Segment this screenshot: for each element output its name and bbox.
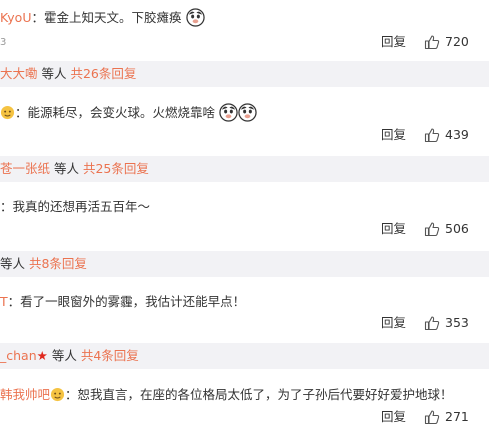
thumbs-up-icon (424, 316, 440, 331)
comment-3-like-count: 506 (445, 221, 469, 236)
thumbs-up-icon (424, 410, 440, 425)
comment-4-replies-user[interactable]: _chan (0, 348, 37, 363)
comment-2: ：能源耗尽，会变火球。火燃烧靠啥 (0, 103, 489, 122)
avatar-emoji-icon (50, 387, 65, 402)
comment-5-colon: ： (65, 387, 78, 402)
star-icon: ★ (36, 348, 48, 363)
comment-5-username[interactable]: 韩我帅吧 (0, 387, 50, 402)
comment-4: T：看了一眼窗外的雾霾，我估计还能早点！ (0, 294, 489, 310)
comment-4-colon: ： (7, 294, 21, 309)
comment-1-replies-user[interactable]: 大大嘞 (0, 66, 38, 81)
comment-1: KyoU：霍金上知天文。下胶瘫痪 (0, 8, 489, 27)
thumbs-up-icon (424, 128, 440, 143)
comment-4-text: 看了一眼窗外的雾霾，我估计还能早点！ (20, 294, 246, 309)
comment-2-reply-button[interactable]: 回复 (381, 127, 406, 143)
comment-4-replies-bar[interactable]: _chan★ 等人 共4条回复 (0, 343, 489, 369)
comment-1-like-button[interactable]: 720 (424, 34, 469, 50)
comment-4-replies-count[interactable]: 共4条回复 (81, 348, 139, 363)
comment-4-username[interactable]: T (0, 294, 8, 309)
comment-1-username[interactable]: KyoU (0, 10, 31, 25)
comment-4-like-button[interactable]: 353 (424, 315, 469, 331)
comment-3-replies-bar[interactable]: 等人 共8条回复 (0, 251, 489, 277)
comment-1-replies-count[interactable]: 共26条回复 (70, 66, 136, 81)
comment-1-reply-button[interactable]: 回复 (381, 34, 406, 50)
doge-icon (185, 8, 205, 27)
comment-5-text: 恕我直言，在座的各位格局太低了，为了子孙后代要好好爱护地球！ (77, 387, 453, 402)
comment-1-text: 霍金上知天文。下胶瘫痪 (44, 10, 182, 25)
comment-5-like-count: 271 (445, 409, 469, 424)
comment-2-replies-bar[interactable]: 苍一张纸 等人 共25条回复 (0, 156, 489, 182)
thumbs-up-icon (424, 222, 440, 237)
comment-3-text: 我真的还想再活五百年～ (12, 199, 151, 214)
comment-1-replies-bar[interactable]: 大大嘞 等人 共26条回复 (0, 61, 489, 87)
comment-1-replies-others: 等人 (37, 66, 71, 81)
comment-4-reply-button[interactable]: 回复 (381, 315, 406, 331)
avatar-emoji-icon (0, 105, 15, 120)
comment-3-replies-count[interactable]: 共8条回复 (29, 256, 87, 271)
comment-5-like-button[interactable]: 271 (424, 409, 469, 425)
comment-2-like-count: 439 (445, 127, 469, 142)
comment-2-replies-others: 等人 (50, 161, 83, 176)
comment-3-reply-button[interactable]: 回复 (381, 221, 406, 237)
comment-1-like-count: 720 (445, 34, 469, 49)
comment-1-timestamp: 3 (0, 37, 7, 48)
comment-3-like-button[interactable]: 506 (424, 221, 469, 237)
comment-3: ：我真的还想再活五百年～ (0, 199, 489, 215)
comment-2-text: 能源耗尽，会变火球。火燃烧靠啥 (27, 105, 216, 120)
comment-3-replies-others: 等人 (0, 256, 29, 271)
comment-2-colon: ： (15, 105, 28, 120)
comment-2-like-button[interactable]: 439 (424, 127, 469, 143)
doge-icon (219, 103, 238, 122)
comment-4-like-count: 353 (445, 315, 469, 330)
comment-2-replies-count[interactable]: 共25条回复 (83, 161, 149, 176)
doge-icon (238, 103, 257, 122)
comment-4-replies-others: 等人 (47, 348, 81, 363)
comment-3-colon: ： (0, 199, 13, 214)
comment-1-colon: ： (31, 10, 44, 25)
comment-5-reply-button[interactable]: 回复 (381, 409, 406, 425)
comment-5: 韩我帅吧 ：恕我直言，在座的各位格局太低了，为了子孙后代要好好爱护地球！ (0, 387, 489, 403)
comment-2-replies-user[interactable]: 苍一张纸 (0, 161, 50, 176)
thumbs-up-icon (424, 35, 440, 50)
